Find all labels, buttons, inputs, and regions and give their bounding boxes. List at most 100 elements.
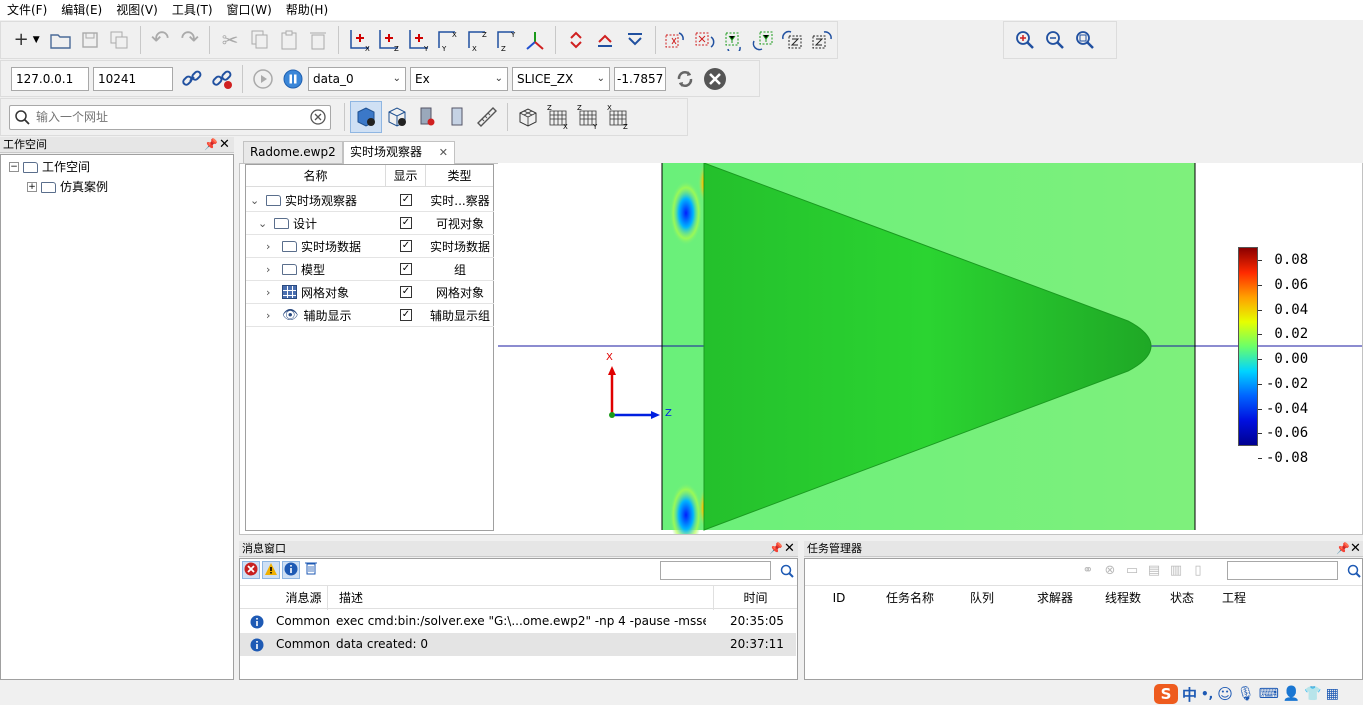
chevron-right-icon[interactable]: › xyxy=(266,286,278,299)
visible-checkbox[interactable]: ✓ xyxy=(400,286,412,298)
chevron-down-icon[interactable]: ⌄ xyxy=(250,194,262,207)
save-all-icon[interactable] xyxy=(105,26,134,54)
rotate-y2-icon[interactable] xyxy=(749,26,778,54)
column-header-status[interactable]: 状态 xyxy=(1161,586,1203,610)
column-header-visible[interactable]: 显示 xyxy=(386,165,426,187)
visible-checkbox[interactable]: ✓ xyxy=(400,309,412,321)
info-filter-icon[interactable] xyxy=(282,561,300,579)
stop-task-icon[interactable]: ⊗ xyxy=(1101,562,1119,580)
keyboard-icon[interactable]: ⌨ xyxy=(1259,686,1279,702)
task-search-input[interactable] xyxy=(1227,561,1338,580)
expand-icon[interactable]: + xyxy=(27,182,37,192)
message-row[interactable]: Common exec cmd:bin:/solver.exe "G:\...o… xyxy=(240,610,796,633)
pause-icon[interactable] xyxy=(278,65,308,93)
cut-icon[interactable]: ✂ xyxy=(215,26,244,54)
menu-view[interactable]: 视图(V) xyxy=(109,0,165,20)
grid-x-icon[interactable]: XZ xyxy=(543,103,573,131)
delete-task-icon[interactable]: ▯ xyxy=(1189,562,1207,580)
visible-checkbox[interactable]: ✓ xyxy=(400,263,412,275)
open-folder-icon[interactable]: ▭ xyxy=(1123,562,1141,580)
menu-help[interactable]: 帮助(H) xyxy=(279,0,335,20)
transparent-object-icon[interactable] xyxy=(442,103,472,131)
dataset-select[interactable]: data_0 ⌄ xyxy=(308,66,406,91)
pin-icon[interactable]: 📌 xyxy=(1336,541,1350,557)
visible-checkbox[interactable]: ✓ xyxy=(400,240,412,252)
chevron-down-icon[interactable]: ⌄ xyxy=(258,217,270,230)
tree-row[interactable]: › 实时场数据 ✓ 实时场数据 xyxy=(246,235,494,258)
task-list-icon[interactable]: ▤ xyxy=(1145,562,1163,580)
tree-row[interactable]: › 模型 ✓ 组 xyxy=(246,258,494,281)
close-tab-icon[interactable]: ✕ xyxy=(439,142,448,163)
rotate-z2-icon[interactable] xyxy=(808,26,837,54)
collapse-icon[interactable]: − xyxy=(9,162,19,172)
new-file-icon[interactable]: + ▼ xyxy=(7,26,46,54)
user-icon[interactable]: 👤 xyxy=(1283,686,1300,702)
microphone-icon[interactable]: 🎙 xyxy=(1237,686,1255,702)
clear-icon[interactable] xyxy=(310,109,326,125)
port-input[interactable]: 10241 xyxy=(93,66,173,91)
ime-language-toggle[interactable]: 中 xyxy=(1182,684,1197,705)
tree-row[interactable]: ⌄ 实时场观察器 ✓ 实时...察器 xyxy=(246,189,494,212)
rotate-z-icon[interactable] xyxy=(778,26,807,54)
close-connection-icon[interactable] xyxy=(700,65,730,93)
tab-field-viewer[interactable]: 实时场观察器 ✕ xyxy=(343,141,455,164)
grid-3d-icon[interactable] xyxy=(513,103,543,131)
field-viewport[interactable]: X Z 0.08 0.06 0.04 0.02 0.00 -0.02 -0.04 -0… xyxy=(498,163,1362,534)
tree-row[interactable]: ⌄ 设计 ✓ 可视对象 xyxy=(246,212,494,235)
menu-edit[interactable]: 编辑(E) xyxy=(54,0,109,20)
column-header-time[interactable]: 时间 xyxy=(713,586,797,610)
task-detail-icon[interactable]: ▥ xyxy=(1167,562,1185,580)
slice-position-input[interactable]: -1.7857 xyxy=(614,66,666,91)
move-down-icon[interactable] xyxy=(620,26,649,54)
emoji-icon[interactable]: ☺ xyxy=(1217,685,1233,703)
add-z-icon[interactable]: Z xyxy=(374,26,403,54)
paste-icon[interactable] xyxy=(274,26,303,54)
column-header-project[interactable]: 工程 xyxy=(1213,586,1255,610)
message-row[interactable]: Common data created: 0 20:37:11 xyxy=(240,633,796,656)
column-header-id[interactable]: ID xyxy=(819,586,859,610)
url-search-input[interactable] xyxy=(36,110,310,124)
column-header-threads[interactable]: 线程数 xyxy=(1095,586,1151,610)
ime-logo-icon[interactable]: S xyxy=(1154,684,1178,704)
rotate-x-icon[interactable] xyxy=(660,26,689,54)
view-xz-icon[interactable]: ZX xyxy=(462,26,491,54)
column-header-desc[interactable]: 描述 xyxy=(336,586,366,610)
component-select[interactable]: Ex ⌄ xyxy=(410,66,508,91)
pin-icon[interactable]: 📌 xyxy=(204,137,218,153)
chevron-right-icon[interactable]: › xyxy=(266,263,278,276)
tree-item-workspace[interactable]: − 工作空间 xyxy=(9,157,90,177)
skin-icon[interactable]: 👕 xyxy=(1304,686,1321,702)
tree-item-cases[interactable]: + 仿真案例 xyxy=(27,177,108,197)
tree-row[interactable]: › 网格对象 ✓ 网格对象 xyxy=(246,281,494,304)
rotate-y-icon[interactable] xyxy=(719,26,748,54)
play-icon[interactable] xyxy=(248,65,278,93)
show-wire-icon[interactable] xyxy=(382,103,412,131)
ip-address-input[interactable]: 127.0.0.1 xyxy=(11,66,89,91)
rotate-x2-icon[interactable] xyxy=(690,26,719,54)
visible-checkbox[interactable]: ✓ xyxy=(400,217,412,229)
ime-punctuation-toggle[interactable]: •, xyxy=(1201,687,1213,701)
column-header-name[interactable]: 名称 xyxy=(246,165,386,187)
link-icon[interactable]: ⚭ xyxy=(1079,562,1097,580)
view-zy-icon[interactable]: YZ xyxy=(491,26,520,54)
toolbox-icon[interactable]: ▦ xyxy=(1326,686,1339,702)
slice-select[interactable]: SLICE_ZX ⌄ xyxy=(512,66,610,91)
column-header-queue[interactable]: 队列 xyxy=(957,586,1007,610)
disconnect-link-icon[interactable] xyxy=(207,65,237,93)
undo-icon[interactable]: ↶ xyxy=(146,26,175,54)
menu-window[interactable]: 窗口(W) xyxy=(220,0,279,20)
add-x-icon[interactable]: X xyxy=(344,26,373,54)
close-icon[interactable]: ✕ xyxy=(1350,541,1361,556)
zoom-out-icon[interactable] xyxy=(1040,26,1070,54)
connect-link-icon[interactable] xyxy=(177,65,207,93)
zoom-in-icon[interactable] xyxy=(1010,26,1040,54)
add-y-icon[interactable]: Y xyxy=(403,26,432,54)
delete-icon[interactable] xyxy=(304,26,333,54)
refresh-icon[interactable] xyxy=(670,65,700,93)
warning-filter-icon[interactable] xyxy=(262,561,280,579)
hide-object-icon[interactable] xyxy=(412,103,442,131)
search-icon[interactable] xyxy=(780,564,794,578)
ruler-icon[interactable] xyxy=(472,103,502,131)
error-filter-icon[interactable] xyxy=(242,561,260,579)
close-icon[interactable]: ✕ xyxy=(219,137,230,152)
